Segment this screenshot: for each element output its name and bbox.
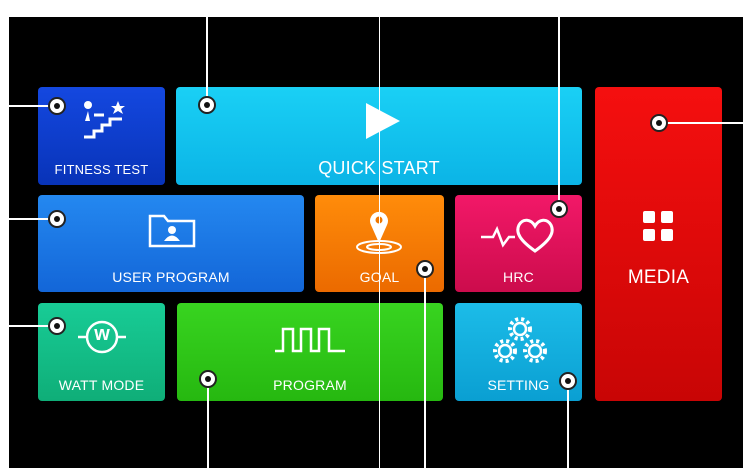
hrc-label: HRC <box>503 269 534 285</box>
callout-marker <box>198 96 216 114</box>
user-program-label: USER PROGRAM <box>112 269 230 285</box>
callout-line <box>567 382 569 468</box>
callout-marker <box>48 317 66 335</box>
callout-marker <box>559 372 577 390</box>
callout-marker <box>199 370 217 388</box>
user-program-tile[interactable]: USER PROGRAM <box>38 195 304 292</box>
watt-letter: w <box>94 323 110 345</box>
callout-marker <box>416 260 434 278</box>
callout-marker <box>550 200 568 218</box>
callout-marker <box>48 97 66 115</box>
callout-line <box>207 382 209 468</box>
watt-mode-label: WATT MODE <box>58 377 145 393</box>
callout-line <box>0 105 52 107</box>
program-tile[interactable]: PROGRAM <box>177 303 443 401</box>
media-label: MEDIA <box>627 267 690 288</box>
user-folder-icon <box>146 210 198 250</box>
callout-marker <box>48 210 66 228</box>
vertical-divider <box>379 0 380 468</box>
gears-icon <box>493 311 547 369</box>
grid-icon <box>641 209 675 243</box>
callout-marker <box>650 114 668 132</box>
callout-line <box>665 122 743 124</box>
play-icon <box>364 101 402 141</box>
callout-line <box>424 270 426 468</box>
callout-line <box>0 325 52 327</box>
callout-line <box>558 0 560 206</box>
media-tile[interactable]: MEDIA <box>595 87 722 401</box>
pulse-wave-icon <box>275 325 345 355</box>
callout-line <box>0 218 52 220</box>
heartbeat-icon <box>481 215 561 255</box>
stairs-star-icon <box>80 99 128 141</box>
fitness-test-label: FITNESS TEST <box>54 162 149 177</box>
callout-line <box>206 0 208 102</box>
